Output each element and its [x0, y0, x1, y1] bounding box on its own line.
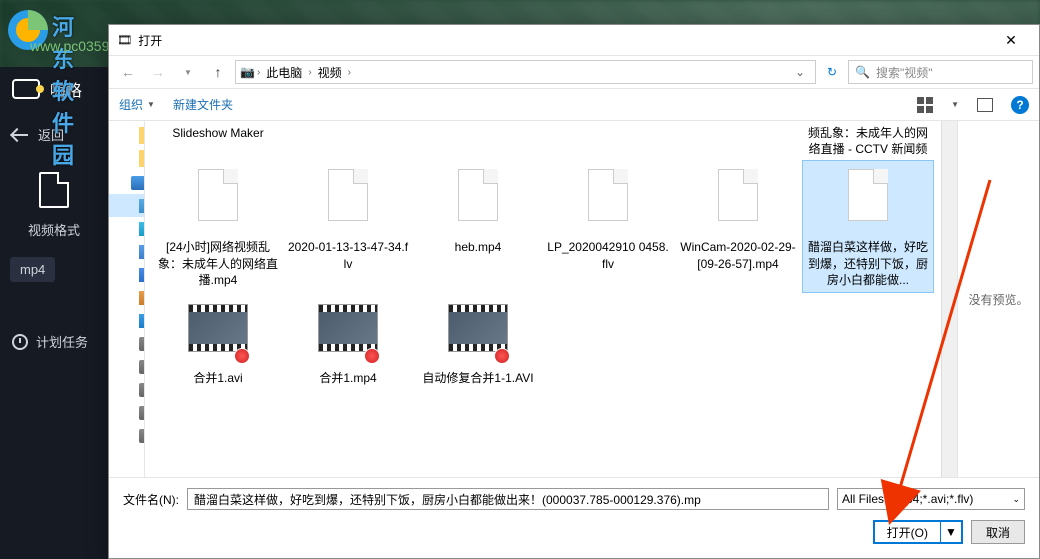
dialog-titlebar: 🎞 打开 ✕: [109, 25, 1039, 55]
crumb-pc[interactable]: 此电脑: [262, 62, 306, 83]
help-button[interactable]: ?: [1011, 96, 1029, 114]
tree-item[interactable]: 本地磁盘 (C:): [109, 332, 145, 355]
open-file-dialog: 🎞 打开 ✕ ← → ▼ ↑ 📷 › 此电脑 › 视频 › ⌄ ↻ 🔍 搜索"视…: [108, 24, 1040, 559]
filter-select[interactable]: All Files(*.mp4;*.avi;*.flv)⌄: [837, 488, 1025, 510]
tree-item[interactable]: 下载: [109, 263, 145, 286]
tree-item[interactable]: 新建文件夹 (3): [109, 125, 145, 148]
crumb-videos[interactable]: 视频: [314, 62, 346, 83]
filename-input[interactable]: [187, 488, 829, 510]
tree-item[interactable]: 此电脑: [109, 171, 144, 194]
file-item[interactable]: LP_2020042910 0458.flv: [543, 161, 673, 292]
watermark-site: 河东软件园: [52, 10, 74, 170]
preview-toggle-button[interactable]: [977, 98, 993, 112]
tree-item[interactable]: 备份[勿删] (E:): [109, 378, 145, 401]
chevron-down-icon[interactable]: ▼: [951, 100, 959, 109]
file-item[interactable]: [413, 125, 543, 161]
file-item[interactable]: [543, 125, 673, 161]
tree-item[interactable]: 桌面: [109, 148, 145, 171]
dialog-footer: 文件名(N): All Files(*.mp4;*.avi;*.flv)⌄ 打开…: [109, 477, 1039, 558]
file-item[interactable]: heb.mp4: [413, 161, 543, 292]
pc-icon: [131, 176, 145, 190]
app-logo-icon: [12, 79, 40, 99]
tree-item[interactable]: 新加卷 (G:): [109, 424, 145, 447]
file-item[interactable]: 醋溜白菜这样做，好吃到爆，还特别下饭，厨房小白都能做...: [803, 161, 933, 292]
tree-item[interactable]: 桌面: [109, 309, 145, 332]
new-folder-button[interactable]: 新建文件夹: [173, 96, 233, 113]
dialog-toolbar: 组织▼ 新建文件夹 ▼ ?: [109, 89, 1039, 121]
chevron-down-icon[interactable]: ⌄: [789, 65, 811, 79]
file-item[interactable]: 2020-01-13-13-47-34.flv: [283, 161, 413, 292]
clock-icon: [12, 334, 28, 350]
search-icon: 🔍: [855, 65, 870, 79]
scrollbar[interactable]: [941, 121, 957, 477]
file-item[interactable]: [24小时]网络视频乱象：未成年人的网络直播.mp4: [153, 161, 283, 292]
format-mp4-button[interactable]: mp4: [10, 257, 55, 282]
file-item[interactable]: 合并1.avi: [153, 292, 283, 390]
tree-item[interactable]: 视频: [109, 194, 145, 217]
preview-pane: 没有预览。: [957, 121, 1039, 477]
tasks-label: 计划任务: [36, 332, 88, 351]
arrow-left-icon: [12, 134, 28, 136]
open-split-button[interactable]: ▼: [941, 525, 961, 539]
cancel-button[interactable]: 取消: [971, 520, 1025, 544]
filename-label: 文件名(N):: [123, 491, 179, 508]
file-item[interactable]: Slideshow Maker: [153, 125, 283, 161]
refresh-button[interactable]: ↻: [820, 65, 844, 79]
nav-up-button[interactable]: ↑: [205, 60, 231, 84]
file-item[interactable]: [283, 125, 413, 161]
nav-back-button[interactable]: ←: [115, 60, 141, 84]
close-button[interactable]: ✕: [991, 32, 1031, 49]
folder-tree[interactable]: 新建文件夹 (3)桌面此电脑视频图片文档下载音乐桌面本地磁盘 (C:)软件 (D…: [109, 121, 145, 477]
file-item[interactable]: [673, 125, 803, 161]
breadcrumb[interactable]: 📷 › 此电脑 › 视频 › ⌄: [235, 60, 816, 84]
organize-button[interactable]: 组织▼: [119, 96, 155, 113]
tree-item[interactable]: 文档: [109, 240, 145, 263]
file-item[interactable]: WinCam-2020-02-29-[09-26-57].mp4: [673, 161, 803, 292]
scheduled-tasks-button[interactable]: 计划任务: [0, 316, 108, 367]
dialog-nav: ← → ▼ ↑ 📷 › 此电脑 › 视频 › ⌄ ↻ 🔍 搜索"视频": [109, 55, 1039, 89]
file-item[interactable]: 自动修复合并1-1.AVI: [413, 292, 543, 390]
file-item[interactable]: 合并1.mp4: [283, 292, 413, 390]
nav-forward-button: →: [145, 60, 171, 84]
tree-item[interactable]: 图片: [109, 217, 145, 240]
format-label: 视频格式: [0, 214, 108, 245]
file-list[interactable]: Slideshow Maker 频乱象：未成年人的网络直播 - CCTV 新闻频 […: [145, 121, 941, 477]
tree-item[interactable]: 新加卷 (F:): [109, 401, 145, 424]
file-item[interactable]: 频乱象：未成年人的网络直播 - CCTV 新闻频: [803, 125, 933, 161]
camera-icon: 📷: [240, 65, 255, 79]
tree-item[interactable]: 软件 (D:): [109, 355, 145, 378]
open-button[interactable]: 打开(O) ▼: [873, 520, 963, 544]
film-icon: 🎞: [117, 33, 132, 47]
search-placeholder: 搜索"视频": [876, 64, 933, 81]
file-format-icon: [39, 172, 69, 208]
nav-recent-button[interactable]: ▼: [175, 60, 201, 84]
tree-item[interactable]: 音乐: [109, 286, 145, 309]
view-options-button[interactable]: [917, 97, 933, 113]
search-input[interactable]: 🔍 搜索"视频": [848, 60, 1033, 84]
dialog-title: 打开: [138, 32, 162, 49]
